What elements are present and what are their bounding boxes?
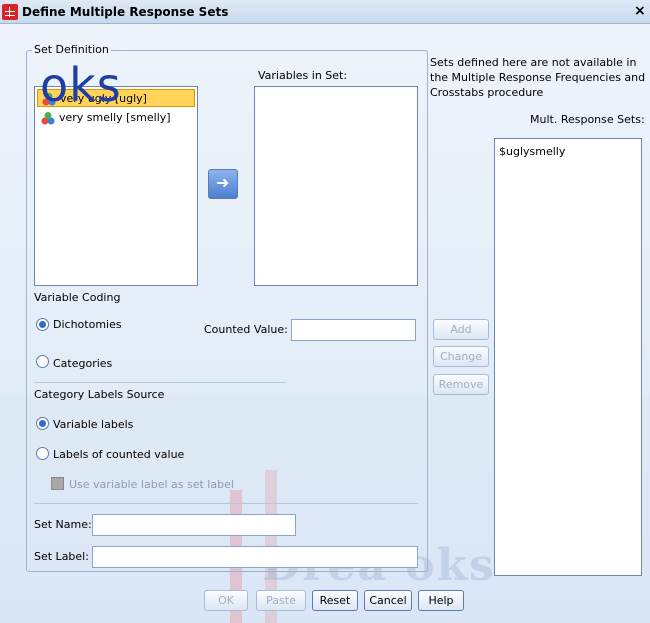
reset-button[interactable]: Reset [312,590,358,611]
category-labels-source-label: Category Labels Source [34,388,165,401]
counted-value-field[interactable] [291,319,416,341]
mult-response-sets-label: Mult. Response Sets: [530,113,645,126]
variables-in-set-label: Variables in Set: [258,69,348,82]
help-button[interactable]: Help [418,590,464,611]
note-line-3: Crosstabs procedure [430,86,544,99]
use-variable-label-checkbox[interactable] [51,477,64,490]
overlay-text: oks [40,58,122,112]
labels-of-counted-value-label: Labels of counted value [53,448,185,461]
divider [34,382,286,383]
title-bar: Define Multiple Response Sets × [0,0,650,24]
remove-button[interactable]: Remove [433,374,489,395]
labels-of-counted-value-radio[interactable] [36,447,49,460]
ok-button[interactable]: OK [204,590,248,611]
close-icon[interactable]: × [634,3,646,19]
list-item-label: very smelly [smelly] [59,111,171,124]
variable-labels-radio[interactable] [36,417,49,430]
variable-coding-label: Variable Coding [34,291,121,304]
change-button[interactable]: Change [433,346,489,367]
window-title: Define Multiple Response Sets [22,5,229,19]
use-variable-label-text: Use variable label as set label [69,478,234,491]
variables-in-set-list[interactable] [254,86,418,286]
dichotomies-label: Dichotomies [53,318,122,331]
app-icon [2,4,18,20]
cancel-button[interactable]: Cancel [364,590,412,611]
note-line-1: Sets defined here are not available in [430,56,637,69]
dichotomies-radio[interactable] [36,318,49,331]
set-definition-label: Set Definition [32,43,111,56]
divider [34,503,418,504]
variable-labels-label: Variable labels [53,418,134,431]
mult-response-sets-list[interactable]: $uglysmelly [494,138,642,576]
categories-label: Categories [53,357,113,370]
set-label-field[interactable] [92,546,418,568]
note-line-2: the Multiple Response Frequencies and [430,71,646,84]
move-right-button[interactable] [208,169,238,199]
list-item[interactable]: $uglysmelly [499,145,565,158]
set-label-label: Set Label: [34,550,89,563]
set-name-field[interactable] [92,514,296,536]
counted-value-label: Counted Value: [204,323,288,336]
categories-radio[interactable] [36,355,49,368]
nominal-variable-icon [41,112,55,125]
add-button[interactable]: Add [433,319,489,340]
paste-button[interactable]: Paste [256,590,306,611]
variable-list[interactable]: very ugly [ugly] very smelly [smelly] [34,86,198,286]
set-name-label: Set Name: [34,518,92,531]
